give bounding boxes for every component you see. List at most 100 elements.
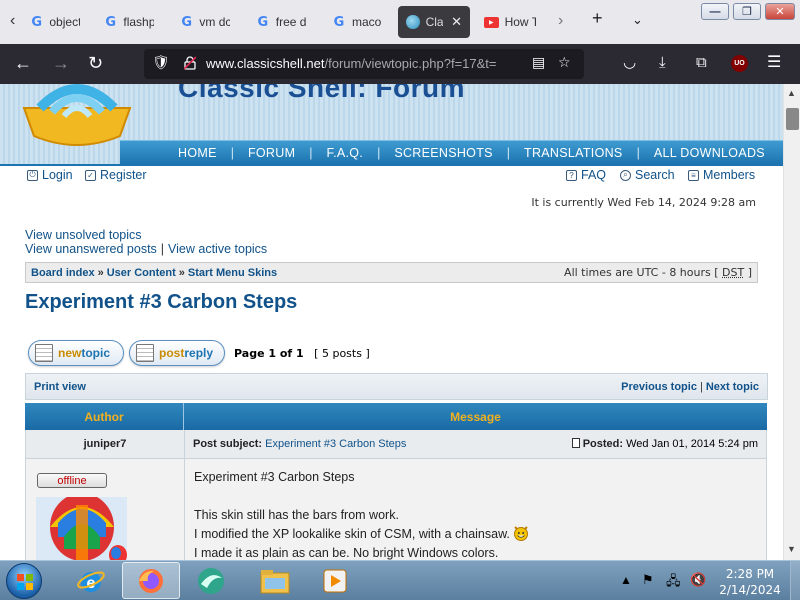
list-all-tabs-icon[interactable]: ⌄ [632, 12, 643, 28]
close-window-button[interactable]: ✕ [765, 3, 795, 20]
tab-label: How T [505, 15, 536, 29]
menu-home[interactable]: HOME [120, 146, 231, 160]
volume-muted-icon[interactable]: 🔇 [690, 572, 706, 588]
post-reply-label-a: post [159, 346, 184, 360]
register-label: Register [100, 168, 147, 182]
menu-faq[interactable]: F.A.Q. [313, 146, 378, 160]
members-link[interactable]: ≡ Members [688, 168, 755, 182]
scrollbar-thumb[interactable] [786, 108, 799, 130]
page-viewport: Classic Shell: Forum HOME | FORUM | F.A.… [0, 84, 783, 560]
tab-label: free d [276, 15, 306, 29]
downloads-icon[interactable]: ⤓ [659, 53, 666, 73]
windows-logo-icon [7, 564, 43, 600]
google-icon: G [180, 15, 193, 29]
back-icon[interactable]: ← [14, 53, 32, 73]
tab-free[interactable]: G free d [248, 6, 314, 38]
network-icon[interactable]: 🖧 [666, 572, 681, 594]
crumb-board-index[interactable]: Board index [31, 267, 95, 279]
new-tab-icon[interactable]: + [592, 8, 603, 29]
next-topic-link[interactable]: Next topic [706, 381, 759, 393]
tab-classic-shell[interactable]: Cla ✕ [398, 6, 470, 38]
url-text[interactable]: www.classicshell.net/forum/viewtopic.php… [206, 56, 518, 71]
page-scrollbar[interactable]: ▲ ▼ [783, 84, 800, 560]
search-link[interactable]: ⌕ Search [620, 168, 675, 182]
close-tab-icon[interactable]: ✕ [451, 14, 462, 30]
tab-flashp[interactable]: G flashp [96, 6, 162, 38]
previous-topic-link[interactable]: Previous topic [621, 381, 697, 393]
view-unsolved-link[interactable]: View unsolved topics [25, 228, 142, 242]
system-clock[interactable]: 2:28 PM 2/14/2024 [717, 566, 783, 598]
pocket-icon[interactable]: ◡ [623, 53, 636, 73]
crumb-start-menu-skins[interactable]: Start Menu Skins [188, 267, 277, 279]
tab-vm[interactable]: G vm dc [172, 6, 238, 38]
devil-smiley-icon [513, 525, 529, 541]
view-unanswered-link[interactable]: View unanswered posts [25, 242, 157, 256]
print-view-link[interactable]: Print view [34, 381, 86, 393]
insecure-lock-icon[interactable] [184, 56, 196, 70]
breadcrumb-bar: Board index» User Content» Start Menu Skin… [25, 262, 758, 283]
taskbar-media-player[interactable] [306, 562, 364, 599]
green-app-icon [195, 566, 227, 596]
tab-how[interactable]: ▶ How T [476, 6, 544, 38]
taskbar-green-app[interactable] [182, 562, 240, 599]
tab-object[interactable]: G object [22, 6, 88, 38]
taskbar-internet-explorer[interactable]: e [62, 562, 120, 599]
google-icon: G [332, 15, 346, 29]
scroll-down-icon[interactable]: ▼ [787, 544, 796, 554]
post-line: I modified the XP lookalike skin of CSM,… [194, 525, 757, 544]
menu-screenshots[interactable]: SCREENSHOTS [380, 146, 506, 160]
extensions-icon[interactable]: ⧉ [696, 53, 707, 73]
quick-links-row: View unanswered posts | View active topics [25, 242, 267, 256]
post-reply-button[interactable]: postreply [129, 340, 225, 366]
current-time: It is currently Wed Feb 14, 2024 9:28 am [531, 196, 756, 209]
internet-explorer-icon: e [76, 566, 106, 596]
show-hidden-icons[interactable]: ▲ [620, 573, 632, 587]
login-label: Login [42, 168, 73, 182]
restore-button[interactable]: ❐ [733, 3, 761, 20]
video-icon: ▶ [484, 17, 499, 28]
scroll-up-icon[interactable]: ▲ [787, 88, 796, 98]
reader-view-icon[interactable]: ▤ [532, 54, 545, 71]
action-center-flag-icon[interactable]: ⚑ [642, 572, 654, 588]
classic-shell-logo[interactable] [20, 84, 134, 150]
reload-icon[interactable]: ↻ [88, 53, 103, 73]
crumb-user-content[interactable]: User Content [107, 267, 176, 279]
post-permalink-icon[interactable] [572, 438, 580, 448]
tab-scroll-left-icon[interactable]: ‹ [10, 12, 15, 30]
windows-taskbar: e ▲ ⚑ 🖧 🔇 2:28 PM 2/14/2024 [0, 560, 800, 600]
post-subject: Post subject: Experiment #3 Carbon Steps [193, 438, 406, 450]
faq-icon: ? [566, 170, 577, 181]
show-desktop-button[interactable] [790, 561, 800, 600]
minimize-button[interactable]: — [701, 3, 729, 20]
menu-translations[interactable]: TRANSLATIONS [510, 146, 637, 160]
tab-scroll-right-icon[interactable]: › [558, 12, 563, 30]
menu-all-downloads[interactable]: ALL DOWNLOADS [640, 146, 779, 160]
taskbar-firefox[interactable] [122, 562, 180, 599]
view-active-link[interactable]: View active topics [168, 242, 267, 256]
ublock-origin-icon[interactable]: UO [731, 55, 748, 72]
avatar[interactable] [36, 497, 127, 560]
new-topic-button[interactable]: newtopic [28, 340, 124, 366]
topic-nav-separator: | [700, 381, 703, 393]
post-subject-link[interactable]: Experiment #3 Carbon Steps [265, 438, 406, 450]
register-link[interactable]: ✓ Register [85, 168, 147, 182]
post-subject-label: Post subject: [193, 438, 262, 450]
register-icon: ✓ [85, 170, 96, 181]
start-button[interactable] [6, 563, 42, 599]
url-bar[interactable]: 🛡 www.classicshell.net/forum/viewtopic.p… [144, 49, 584, 79]
new-topic-label-a: new [58, 346, 81, 360]
topic-title[interactable]: Experiment #3 Carbon Steps [25, 291, 297, 314]
login-link[interactable]: ⏻ Login [27, 168, 73, 182]
shield-icon[interactable]: 🛡 [152, 54, 170, 71]
post-content: Experiment #3 Carbon Steps This skin sti… [185, 459, 766, 560]
forward-icon[interactable]: → [52, 53, 70, 73]
tab-maco[interactable]: G maco [324, 6, 390, 38]
taskbar-file-explorer[interactable] [246, 562, 304, 599]
menu-icon[interactable]: ☰ [767, 53, 781, 73]
page-info: Page 1 of 1 [234, 347, 304, 360]
clock-date: 2/14/2024 [717, 582, 783, 598]
menu-forum[interactable]: FORUM [234, 146, 309, 160]
post-author[interactable]: juniper7 [26, 430, 185, 458]
bookmark-star-icon[interactable]: ☆ [558, 54, 571, 71]
faq-link[interactable]: ? FAQ [566, 168, 606, 182]
